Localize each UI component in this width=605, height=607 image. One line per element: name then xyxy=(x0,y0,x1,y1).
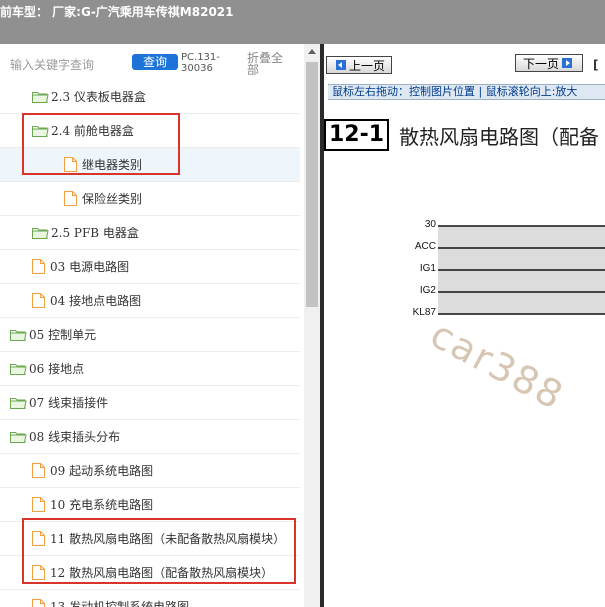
prev-page-button[interactable]: 上一页 xyxy=(326,56,392,74)
signal-label: KL87 xyxy=(412,307,436,318)
folder-icon xyxy=(10,397,27,409)
figure-number: 12-1 xyxy=(324,119,390,151)
tree-item[interactable]: 2.3 仪表板电器盒 xyxy=(0,80,300,114)
tree-item[interactable]: 2.4 前舱电器盒 xyxy=(0,114,300,148)
next-page-label: 下一页 xyxy=(522,56,559,71)
collapse-all-link[interactable]: 折叠全部 xyxy=(247,52,291,76)
folder-icon xyxy=(10,431,27,443)
window-title: 前车型： 厂家:G-广汽乘用车传祺M82021 xyxy=(0,5,234,19)
left-panel: 查询 PC.131-30036 折叠全部 2.3 仪表板电器盒 2.4 前舱电器盒… xyxy=(0,44,320,607)
tree-item-label: 08 线束插头分布 xyxy=(29,430,121,444)
folder-icon xyxy=(32,125,49,137)
tree-item-label: 09 起动系统电路图 xyxy=(50,464,154,478)
tree-item-label: 07 线束插接件 xyxy=(29,396,109,410)
tree-item-label: 06 接地点 xyxy=(29,362,85,376)
folder-icon xyxy=(32,227,49,239)
file-icon xyxy=(32,565,45,580)
nav-extra[interactable]: [ xyxy=(593,58,598,72)
query-button[interactable]: 查询 xyxy=(132,54,178,70)
scroll-thumb[interactable] xyxy=(306,62,318,307)
scroll-up-arrow-icon[interactable] xyxy=(304,44,320,60)
pc-code-label: PC.131-30036 xyxy=(181,52,220,74)
tree-item[interactable]: 12 散热风扇电路图（配备散热风扇模块） xyxy=(0,556,300,590)
next-page-button[interactable]: 下一页 xyxy=(515,54,583,72)
tree-item[interactable]: 03 电源电路图 xyxy=(0,250,300,284)
folder-icon xyxy=(32,91,49,103)
tree-scrollbar[interactable] xyxy=(304,44,320,607)
file-icon xyxy=(32,599,45,607)
tree-item-label: 保险丝类别 xyxy=(82,192,143,206)
file-icon xyxy=(64,157,77,172)
file-icon xyxy=(32,259,45,274)
tree-item-label: 11 散热风扇电路图（未配备散热风扇模块） xyxy=(50,532,286,546)
search-input[interactable] xyxy=(10,56,128,74)
viewer-nav: 上一页 下一页 [ xyxy=(324,44,605,82)
tree-item[interactable]: 10 充电系统电路图 xyxy=(0,488,300,522)
file-icon xyxy=(32,293,45,308)
tree-item-label: 12 散热风扇电路图（配备散热风扇模块） xyxy=(50,566,274,580)
tree-item[interactable]: 08 线束插头分布 xyxy=(0,420,300,454)
tree-item[interactable]: 13 发动机控制系统电路图 xyxy=(0,590,300,607)
tree-item-label: 2.5 PFB 电器盒 xyxy=(51,226,139,240)
viewer-panel: 上一页 下一页 [ 鼠标左右拖动：控制图片位置 | 鼠标滚轮向上:放大 12-1… xyxy=(324,44,605,607)
tree-item[interactable]: 保险丝类别 xyxy=(0,182,300,216)
folder-icon xyxy=(10,329,27,341)
file-icon xyxy=(32,463,45,478)
figure-heading: 12-1 散热风扇电路图（配备 xyxy=(324,118,599,152)
tree-item-label: 13 发动机控制系统电路图 xyxy=(50,600,190,607)
tree-item[interactable]: 06 接地点 xyxy=(0,352,300,386)
arrow-right-icon xyxy=(562,58,572,68)
tree-item-label: 继电器类别 xyxy=(82,158,143,172)
figure-title: 散热风扇电路图（配备 xyxy=(399,124,600,149)
tree-item-label: 2.3 仪表板电器盒 xyxy=(51,90,146,104)
tree-item[interactable]: 继电器类别 xyxy=(0,148,300,182)
signal-label: IG2 xyxy=(419,285,436,296)
tree-item[interactable]: 09 起动系统电路图 xyxy=(0,454,300,488)
tree-item[interactable]: 05 控制单元 xyxy=(0,318,300,352)
search-row: 查询 PC.131-30036 折叠全部 xyxy=(0,44,320,84)
folder-icon xyxy=(10,363,27,375)
signal-label: IG1 xyxy=(419,263,436,274)
document-tree: 2.3 仪表板电器盒 2.4 前舱电器盒继电器类别保险丝类别 2.5 PFB 电器盒… xyxy=(0,80,300,607)
tree-item[interactable]: 11 散热风扇电路图（未配备散热风扇模块） xyxy=(0,522,300,556)
tree-item[interactable]: 2.5 PFB 电器盒 xyxy=(0,216,300,250)
tree-item-label: 03 电源电路图 xyxy=(50,260,130,274)
tree-item-label: 10 充电系统电路图 xyxy=(50,498,154,512)
file-icon xyxy=(32,531,45,546)
tree-item-label: 2.4 前舱电器盒 xyxy=(51,124,134,138)
tree-item[interactable]: 04 接地点电路图 xyxy=(0,284,300,318)
tree-item-label: 05 控制单元 xyxy=(29,328,97,342)
file-icon xyxy=(32,497,45,512)
arrow-left-icon xyxy=(335,60,346,70)
hint-bar: 鼠标左右拖动：控制图片位置 | 鼠标滚轮向上:放大 xyxy=(328,84,605,100)
signal-label: 30 xyxy=(424,219,436,230)
title-bar: 前车型： 厂家:G-广汽乘用车传祺M82021 xyxy=(0,0,605,44)
file-icon xyxy=(64,191,77,206)
tree-item[interactable]: 07 线束插接件 xyxy=(0,386,300,420)
signal-label: ACC xyxy=(414,241,436,252)
tree-item-label: 04 接地点电路图 xyxy=(50,294,142,308)
prev-page-label: 上一页 xyxy=(348,58,385,73)
